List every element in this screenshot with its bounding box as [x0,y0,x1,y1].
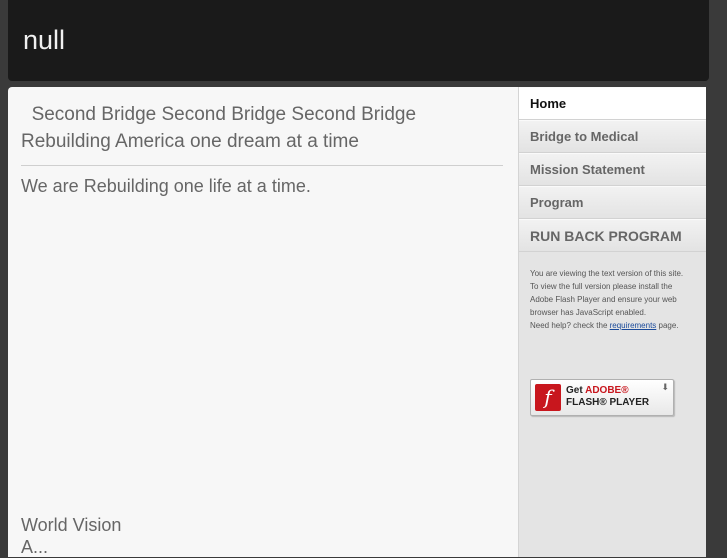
flash-logo-icon: f [535,384,561,411]
nav-item-program[interactable]: Program [519,186,706,219]
get-flash-player-button[interactable]: f Get ADOBE® FLASH® PLAYER ⬇ [530,379,674,416]
footer-line-1: World Vision [21,515,122,535]
sidebar: Home Bridge to Medical Mission Statement… [518,87,706,557]
nav-item-home[interactable]: Home [519,87,706,120]
nav-item-bridge-to-medical[interactable]: Bridge to Medical [519,120,706,153]
footer-line-2: A... [21,537,49,557]
flash-adobe-word: ADOBE® [585,385,629,396]
flash-notice-suffix: page. [656,321,679,330]
flash-get-label: Get ADOBE® [566,385,629,396]
page-headline: Second Bridge Second Bridge Second Bridg… [21,104,422,152]
content-divider [21,165,503,166]
flash-get-word: Get [566,385,583,396]
download-arrow-icon: ⬇ [661,382,669,392]
flash-player-label: FLASH® PLAYER [566,397,650,408]
nav-item-run-back-program[interactable]: RUN BACK PROGRAM [519,219,706,252]
flash-notice: You are viewing the text version of this… [530,267,695,332]
page-tagline: We are Rebuilding one life at a time. [21,176,311,196]
main-content: Second Bridge Second Bridge Second Bridg… [8,87,518,557]
site-title[interactable]: null [23,25,65,56]
footer-text: World Vision A... [21,514,121,558]
requirements-link[interactable]: requirements [610,321,657,330]
flash-notice-prefix: Need help? check the [530,321,610,330]
nav-item-mission-statement[interactable]: Mission Statement [519,153,706,186]
flash-notice-line-2: To view the full version please install … [530,282,677,317]
flash-notice-line-1: You are viewing the text version of this… [530,269,684,278]
site-header: null [8,0,709,81]
flash-notice-line-3: Need help? check the requirements page. [530,319,695,332]
